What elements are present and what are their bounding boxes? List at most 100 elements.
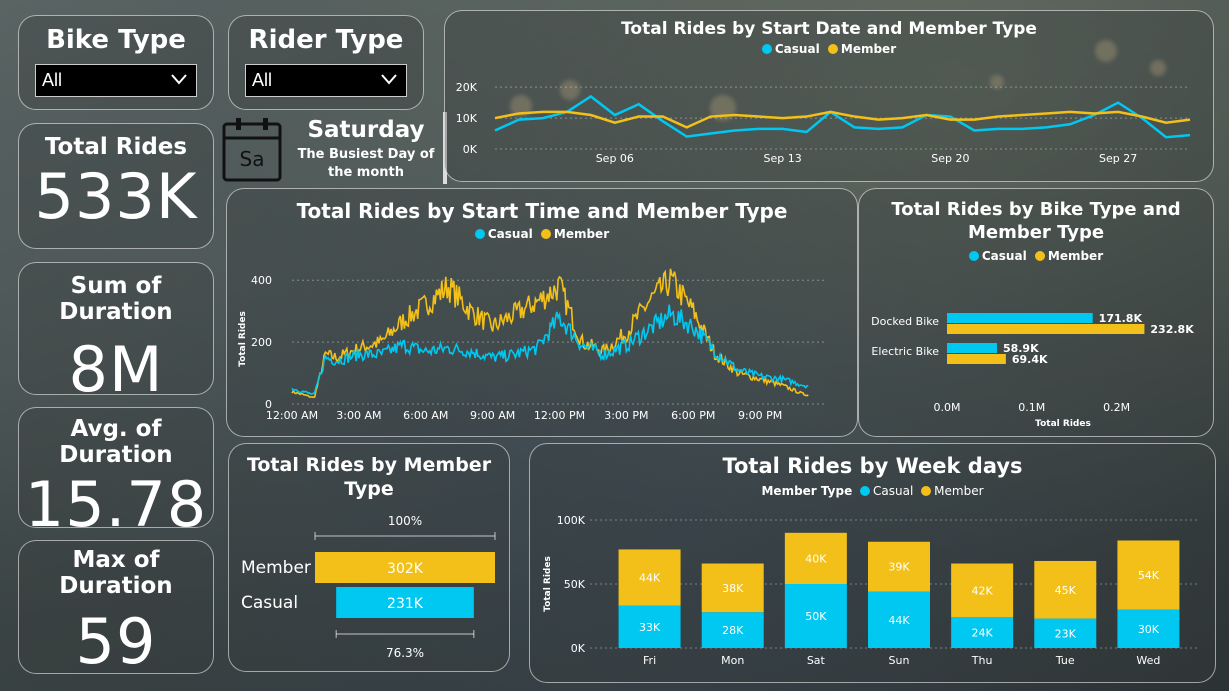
sum-duration-value: 8M (68, 333, 164, 406)
data-label: 44K (888, 614, 910, 627)
data-label: 40K (805, 552, 827, 565)
data-label: 39K (888, 561, 910, 574)
x-tick-label: 3:00 AM (336, 409, 381, 422)
avg-duration-value: 15.78 (24, 468, 208, 541)
data-label: 44K (639, 572, 661, 585)
bike-type-value: All (42, 70, 63, 90)
category-label: Casual (241, 593, 298, 613)
x-tick-label: 0.2M (1103, 401, 1130, 414)
bike-type-slicer: Bike Type All (18, 15, 214, 110)
data-label: 28K (722, 624, 744, 637)
x-tick-label: 12:00 AM (266, 409, 318, 422)
x-tick-label: Sep 27 (1099, 152, 1137, 165)
bike-type-bar-chart: 0.0M 0.1M 0.2M Total Rides Docked Bike 171.8K… (871, 312, 1194, 429)
x-tick-label: Sat (807, 654, 826, 667)
bike-type-dropdown[interactable]: All (35, 64, 197, 97)
sum-duration-card: Sum of Duration 8M (18, 262, 214, 406)
data-label: 232.8K (1150, 323, 1194, 336)
category-label: Docked Bike (871, 315, 939, 328)
bike-type-chart-card: Total Rides by Bike Type and Member Type… (858, 188, 1214, 437)
top-percent-label: 100% (388, 514, 422, 528)
x-tick-label: Fri (643, 654, 656, 667)
sum-duration-label: Sum of Duration (59, 273, 173, 325)
total-rides-card: Total Rides 533K (18, 123, 214, 249)
bar-member (947, 324, 1145, 334)
bar-casual (947, 343, 997, 353)
x-tick-label: 0.0M (934, 401, 961, 414)
week-days-stacked-bar-chart: 0K 50K 100K Total Rides 33K 44K Fri 28K 38K Mon 50… (543, 514, 1200, 667)
calendar-icon: Sa (222, 116, 282, 182)
x-tick-label: Wed (1136, 654, 1160, 667)
x-tick-label: 3:00 PM (604, 409, 648, 422)
busiest-day-caption-1: The Busiest Day of (297, 147, 435, 162)
x-tick-label: Thu (971, 654, 993, 667)
start-date-chart-card: Total Rides by Start Date and Member Typ… (444, 10, 1214, 182)
x-tick-label: Sep 13 (763, 152, 801, 165)
chevron-down-icon (171, 74, 187, 85)
start-date-line-chart: 0K 10K 20K Sep 06 Sep 13 Sep 20 Sep 27 (456, 81, 1191, 165)
busiest-day-caption-2: the month (327, 165, 404, 180)
avg-duration-label: Avg. of Duration (59, 416, 173, 468)
data-label: 231K (387, 596, 424, 612)
category-label: Member (241, 558, 311, 578)
rider-type-value: All (252, 70, 273, 90)
x-tick-label: 0.1M (1018, 401, 1045, 414)
x-tick-label: Sep 20 (931, 152, 969, 165)
data-label: 171.8K (1099, 312, 1143, 325)
bottom-percent-label: 76.3% (386, 646, 424, 660)
data-label: 33K (639, 621, 661, 634)
data-label: 54K (1138, 569, 1160, 582)
rider-type-slicer: Rider Type All (228, 15, 424, 110)
x-tick-label: Sun (889, 654, 910, 667)
y-axis-label: Total Rides (543, 556, 553, 612)
category-label: Electric Bike (871, 345, 939, 358)
series-line-casual (291, 304, 809, 395)
total-rides-label: Total Rides (44, 134, 188, 160)
x-tick-label: 12:00 PM (534, 409, 585, 422)
data-label: 50K (805, 610, 827, 623)
rider-type-dropdown[interactable]: All (245, 64, 407, 97)
member-type-chart-card: Total Rides by Member Type 100% Member 302… (228, 443, 510, 672)
data-label: 45K (1055, 584, 1077, 597)
y-axis-label: Total Rides (238, 311, 248, 367)
data-label: 30K (1138, 623, 1160, 636)
y-tick-label: 50K (564, 578, 586, 591)
x-tick-label: Tue (1055, 654, 1075, 667)
total-rides-value: 533K (34, 160, 198, 233)
x-tick-label: 9:00 AM (470, 409, 515, 422)
bar-casual (947, 313, 1093, 323)
data-label: 38K (722, 582, 744, 595)
y-tick-label: 0K (463, 143, 478, 156)
bike-type-label: Bike Type (46, 25, 186, 55)
member-type-funnel-chart: 100% Member 302K Casual 231K 76.3% (241, 514, 496, 660)
start-time-line-chart: 020040012:00 AM 3:00 AM 6:00 AM 9:00 AM 12:0… (238, 268, 827, 422)
x-tick-label: Mon (721, 654, 744, 667)
data-label: 42K (972, 584, 994, 597)
data-label: 69.4K (1012, 353, 1048, 366)
max-duration-card: Max of Duration 59 (18, 540, 214, 678)
y-tick-label: 10K (456, 112, 478, 125)
y-tick-label: 200 (251, 336, 272, 349)
x-tick-label: 6:00 AM (403, 409, 448, 422)
chevron-down-icon (381, 74, 397, 85)
max-duration-label: Max of Duration (59, 547, 173, 599)
busiest-day-block: Saturday The Busiest Day of the month (292, 117, 440, 180)
x-axis-label: Total Rides (1035, 419, 1091, 429)
x-tick-label: Sep 06 (596, 152, 634, 165)
start-time-chart-card: Total Rides by Start Time and Member Typ… (226, 188, 858, 437)
week-days-chart-card: Total Rides by Week days Member Type Cas… (529, 443, 1216, 683)
busiest-day-name: Saturday (307, 117, 425, 143)
x-tick-label: 6:00 PM (671, 409, 715, 422)
avg-duration-card: Avg. of Duration 15.78 (18, 407, 214, 541)
rider-type-label: Rider Type (248, 25, 404, 55)
data-label: 302K (387, 561, 424, 577)
max-duration-value: 59 (75, 605, 157, 678)
y-tick-label: 100K (557, 514, 586, 527)
bar-member (947, 354, 1006, 364)
y-tick-label: 20K (456, 81, 478, 94)
y-tick-label: 0K (571, 642, 586, 655)
data-label: 23K (1055, 627, 1077, 640)
x-tick-label: 9:00 PM (738, 409, 782, 422)
calendar-icon-text: Sa (240, 147, 265, 171)
data-label: 24K (972, 627, 994, 640)
